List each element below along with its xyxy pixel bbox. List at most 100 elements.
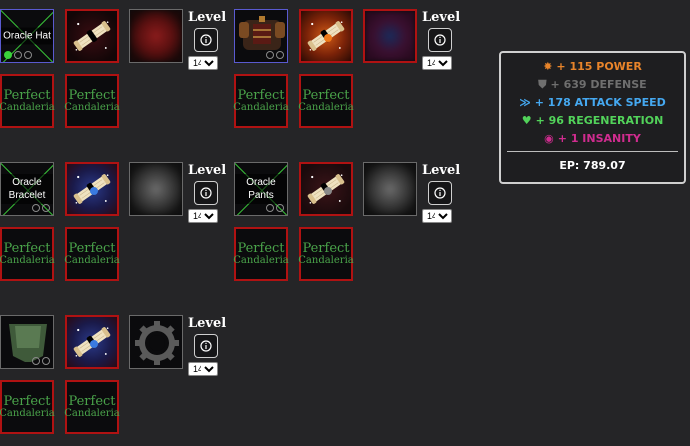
enhancement-slot[interactable] <box>363 162 417 216</box>
enhancement-slot[interactable] <box>129 315 183 369</box>
info-button[interactable] <box>194 334 218 358</box>
eye-icon: ◉ <box>544 132 554 145</box>
level-select[interactable]: 140 <box>188 209 218 223</box>
perfect-slot[interactable]: Perfect Candaleria <box>0 227 55 281</box>
gear-icon <box>135 321 179 365</box>
level-control: Level 140 <box>422 10 461 71</box>
stats-panel: ✸ + 115 POWER ⛊ + 639 DEFENSE ≫ + 178 ATTAC… <box>499 51 686 184</box>
enhancement-slot[interactable] <box>129 9 183 63</box>
item-slot-oracle-pants[interactable]: Oracle Pants <box>234 162 288 216</box>
perfect-subtitle: Candaleria <box>298 102 354 113</box>
item-slot-boots[interactable] <box>0 315 54 369</box>
stat-attack-speed-text: + 178 ATTACK SPEED <box>534 96 666 109</box>
socket-empty-icon <box>276 51 284 59</box>
perfect-slot[interactable]: Perfect Candaleria <box>64 227 120 281</box>
level-select[interactable]: 140 <box>188 56 218 70</box>
socket-empty-icon <box>24 51 32 59</box>
socket-empty-icon <box>14 51 22 59</box>
info-button[interactable] <box>194 28 218 52</box>
perfect-title: Perfect <box>237 88 285 103</box>
level-select[interactable]: 140 <box>188 362 218 376</box>
perfect-title: Perfect <box>68 394 116 409</box>
stat-insanity: ◉ + 1 INSANITY <box>501 132 684 145</box>
level-label: Level <box>422 10 461 25</box>
perfect-title: Perfect <box>302 241 350 256</box>
level-label: Level <box>188 316 227 331</box>
perfect-slot[interactable]: Perfect Candaleria <box>233 74 289 128</box>
stat-defense-text: + 639 DEFENSE <box>550 78 647 91</box>
socket-empty-icon <box>266 204 274 212</box>
level-label: Level <box>422 163 461 178</box>
level-control: Level 140 <box>188 10 227 71</box>
perfect-title: Perfect <box>237 241 285 256</box>
perfect-slot[interactable]: Perfect Candaleria <box>64 74 120 128</box>
item-slot-oracle-hat[interactable]: Oracle Hat <box>0 9 54 63</box>
speed-icon: ≫ <box>519 96 531 109</box>
level-select[interactable]: 140 <box>422 209 452 223</box>
scroll-icon <box>69 319 115 365</box>
level-control: Level 140 <box>188 163 227 224</box>
enhancement-slot[interactable] <box>363 9 417 63</box>
scroll-slot[interactable] <box>299 9 353 63</box>
socket-empty-icon <box>266 51 274 59</box>
socket-empty-icon <box>42 357 50 365</box>
level-select[interactable]: 140 <box>422 56 452 70</box>
item-name: Oracle Bracelet <box>1 174 53 204</box>
stat-regeneration: ♥ + 96 REGENERATION <box>501 114 684 127</box>
power-icon: ✸ <box>543 60 553 73</box>
scroll-slot[interactable] <box>65 315 119 369</box>
shield-icon: ⛊ <box>538 78 547 91</box>
perfect-title: Perfect <box>302 88 350 103</box>
perfect-title: Perfect <box>3 88 51 103</box>
socket-dots <box>32 204 50 212</box>
stat-insanity-text: + 1 INSANITY <box>557 132 641 145</box>
scroll-slot[interactable] <box>299 162 353 216</box>
perfect-slot[interactable]: Perfect Candaleria <box>298 74 354 128</box>
enhancement-slot[interactable] <box>129 162 183 216</box>
perfect-title: Perfect <box>3 241 51 256</box>
level-control: Level 140 <box>422 163 461 224</box>
perfect-slot[interactable]: Perfect Candaleria <box>64 380 120 434</box>
level-label: Level <box>188 163 227 178</box>
item-slot-oracle-bracelet[interactable]: Oracle Bracelet <box>0 162 54 216</box>
info-icon <box>434 34 446 46</box>
perfect-slot[interactable]: Perfect Candaleria <box>298 227 354 281</box>
perfect-subtitle: Candaleria <box>64 102 120 113</box>
perfect-subtitle: Candaleria <box>298 255 354 266</box>
socket-dots <box>266 204 284 212</box>
socket-filled-icon <box>4 51 12 59</box>
item-name: Oracle Pants <box>235 174 287 204</box>
divider <box>507 151 678 152</box>
stat-power: ✸ + 115 POWER <box>501 60 684 73</box>
info-icon <box>200 34 212 46</box>
level-label: Level <box>188 10 227 25</box>
socket-dots <box>266 51 284 59</box>
perfect-subtitle: Candaleria <box>64 255 120 266</box>
heart-plus-icon: ♥ <box>521 114 532 127</box>
perfect-subtitle: Candaleria <box>233 102 289 113</box>
info-button[interactable] <box>194 181 218 205</box>
scroll-icon <box>69 166 115 212</box>
scroll-slot[interactable] <box>65 9 119 63</box>
info-icon <box>200 187 212 199</box>
perfect-title: Perfect <box>68 88 116 103</box>
scroll-icon <box>69 13 115 59</box>
info-button[interactable] <box>428 181 452 205</box>
socket-empty-icon <box>32 357 40 365</box>
perfect-title: Perfect <box>68 241 116 256</box>
perfect-subtitle: Candaleria <box>0 255 55 266</box>
scroll-icon <box>303 13 349 59</box>
perfect-slot[interactable]: Perfect Candaleria <box>0 74 55 128</box>
socket-empty-icon <box>32 204 40 212</box>
info-icon <box>434 187 446 199</box>
perfect-subtitle: Candaleria <box>0 408 55 419</box>
perfect-subtitle: Candaleria <box>0 102 55 113</box>
info-button[interactable] <box>428 28 452 52</box>
scroll-icon <box>303 166 349 212</box>
item-slot-armor[interactable] <box>234 9 288 63</box>
perfect-slot[interactable]: Perfect Candaleria <box>233 227 289 281</box>
socket-dots <box>32 357 50 365</box>
perfect-slot[interactable]: Perfect Candaleria <box>0 380 55 434</box>
scroll-slot[interactable] <box>65 162 119 216</box>
stat-regeneration-text: + 96 REGENERATION <box>535 114 664 127</box>
